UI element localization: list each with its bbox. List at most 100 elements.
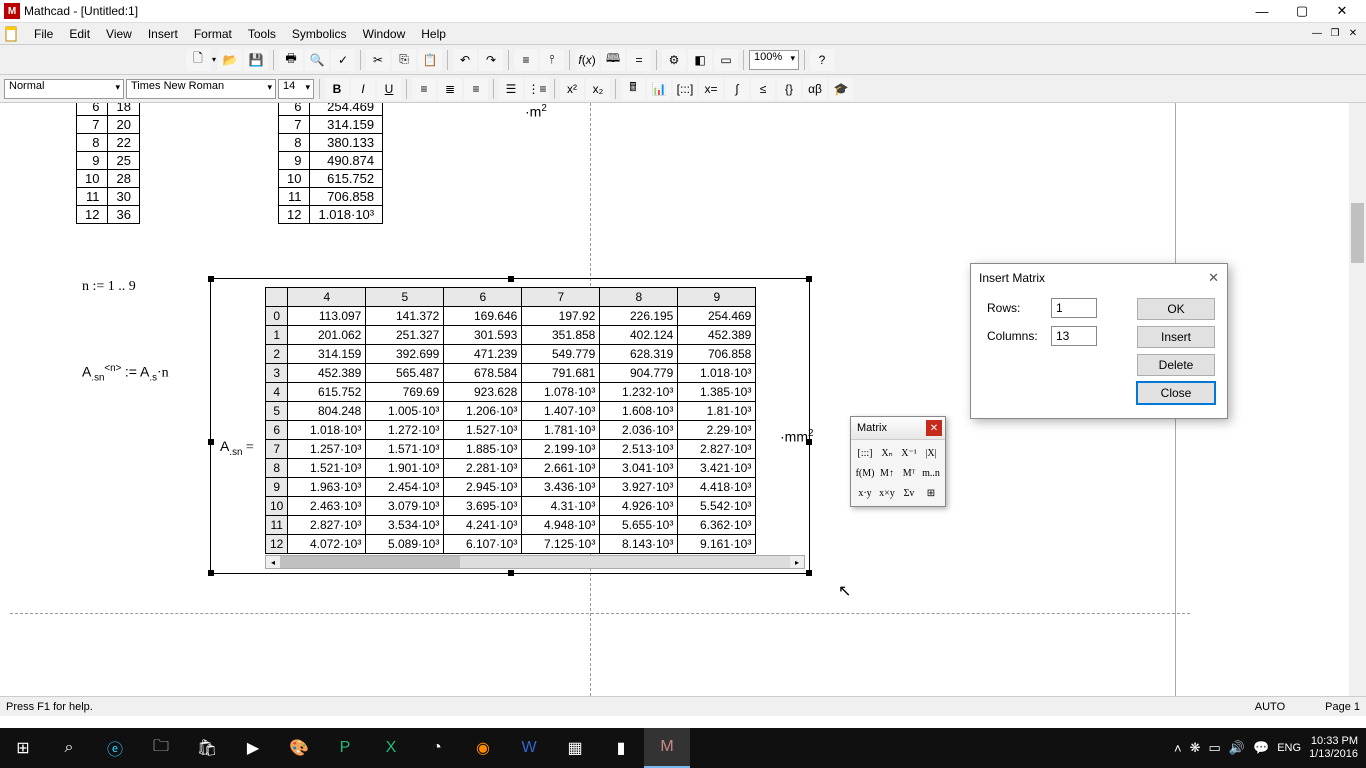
n-definition[interactable]: n := 1 .. 9: [82, 279, 136, 295]
tray-chevron-icon[interactable]: ˄: [1174, 741, 1182, 756]
matrix-table[interactable]: 456789 0113.097141.372169.646197.92226.1…: [265, 287, 756, 554]
system-tray[interactable]: ˄ ❋ ▭ 🔊 💬 ENG 10:33 PM 1/13/2016: [1174, 735, 1366, 761]
evaluate-palette-icon[interactable]: x=: [699, 78, 723, 100]
pal-range-icon[interactable]: m..n: [921, 464, 941, 482]
columns-input[interactable]: [1051, 326, 1097, 346]
numbers-button[interactable]: ⋮≡: [525, 78, 549, 100]
style-select[interactable]: Normal: [4, 79, 124, 99]
spell-button[interactable]: ✓: [331, 49, 355, 71]
component-button[interactable]: ⚙: [662, 49, 686, 71]
vertical-scrollbar[interactable]: [1349, 103, 1366, 696]
paste-button[interactable]: 📋: [418, 49, 442, 71]
menu-symbolics[interactable]: Symbolics: [284, 25, 355, 43]
pal-column-icon[interactable]: M↑: [877, 464, 897, 482]
app3-icon[interactable]: ▮: [598, 728, 644, 768]
word-icon[interactable]: W: [506, 728, 552, 768]
delete-button[interactable]: Delete: [1137, 354, 1215, 376]
tray-notify-icon[interactable]: 💬: [1253, 740, 1269, 756]
tray-volume-icon[interactable]: 🔊: [1229, 740, 1245, 756]
table-mid[interactable]: 6254.469 7314.159 8380.133 9490.874 1061…: [278, 103, 383, 224]
start-button[interactable]: ⊞: [0, 728, 46, 768]
insert-matrix-dialog[interactable]: Insert Matrix ✕ Rows: Columns: OK Insert…: [970, 263, 1228, 419]
right-align-button[interactable]: ≡: [464, 78, 488, 100]
excel-icon[interactable]: X: [368, 728, 414, 768]
superscript-button[interactable]: x²: [560, 78, 584, 100]
underline-button[interactable]: U: [377, 78, 401, 100]
menu-tools[interactable]: Tools: [240, 25, 284, 43]
minimize-button[interactable]: —: [1242, 1, 1282, 21]
region-button[interactable]: ◧: [688, 49, 712, 71]
align2-button[interactable]: ⫯: [540, 49, 564, 71]
close-dialog-button[interactable]: Close: [1137, 382, 1215, 404]
left-align-button[interactable]: ≡: [412, 78, 436, 100]
pal-inverse-icon[interactable]: X⁻¹: [899, 444, 919, 462]
maximize-button[interactable]: ▢: [1282, 1, 1322, 21]
pal-cross-icon[interactable]: x×y: [877, 484, 897, 502]
zoom-select[interactable]: 100%: [749, 50, 799, 70]
matrix-palette[interactable]: Matrix ✕ [:::] Xₙ X⁻¹ |X| f(M) M↑ Mᵀ m..…: [850, 416, 946, 507]
region2-button[interactable]: ▭: [714, 49, 738, 71]
pal-vectorize-icon[interactable]: f(M): [855, 464, 875, 482]
matrix-hscroll[interactable]: ◂ ▸: [265, 555, 805, 569]
rows-input[interactable]: [1051, 298, 1097, 318]
pal-determinant-icon[interactable]: |X|: [921, 444, 941, 462]
pal-picture-icon[interactable]: ⊞: [921, 484, 941, 502]
print-button[interactable]: 🖶: [279, 49, 303, 71]
ok-button[interactable]: OK: [1137, 298, 1215, 320]
mdi-close-button[interactable]: ✕: [1344, 26, 1362, 42]
font-select[interactable]: Times New Roman: [126, 79, 276, 99]
preview-button[interactable]: 🔍: [305, 49, 329, 71]
center-align-button[interactable]: ≣: [438, 78, 462, 100]
cut-button[interactable]: ✂: [366, 49, 390, 71]
size-select[interactable]: 14: [278, 79, 314, 99]
paint-icon[interactable]: 🎨: [276, 728, 322, 768]
bullets-button[interactable]: ☰: [499, 78, 523, 100]
bold-button[interactable]: B: [325, 78, 349, 100]
pal-sum-icon[interactable]: Σv: [899, 484, 919, 502]
table-left[interactable]: 618 720 822 925 1028 1130 1236: [76, 103, 140, 224]
copy-button[interactable]: ⎘: [392, 49, 416, 71]
tray-lang[interactable]: ENG: [1277, 742, 1301, 754]
open-button[interactable]: 📂: [218, 49, 242, 71]
menu-insert[interactable]: Insert: [140, 25, 186, 43]
app2-icon[interactable]: ▦: [552, 728, 598, 768]
tray-app-icon[interactable]: ❋: [1190, 740, 1201, 756]
pal-dot-icon[interactable]: x·y: [855, 484, 875, 502]
scroll-left-icon[interactable]: ◂: [266, 556, 280, 568]
italic-button[interactable]: I: [351, 78, 375, 100]
explorer-icon[interactable]: 🗀: [138, 728, 184, 768]
menu-file[interactable]: File: [26, 25, 61, 43]
calc-button[interactable]: =: [627, 49, 651, 71]
align-button[interactable]: ≡: [514, 49, 538, 71]
menu-edit[interactable]: Edit: [61, 25, 98, 43]
save-button[interactable]: 💾: [244, 49, 268, 71]
search-icon[interactable]: ⌕: [46, 728, 92, 768]
menu-help[interactable]: Help: [413, 25, 454, 43]
subscript-button[interactable]: x₂: [586, 78, 610, 100]
mdi-minimize-button[interactable]: —: [1308, 26, 1326, 42]
mdi-restore-button[interactable]: ❐: [1326, 26, 1344, 42]
pal-matrix-icon[interactable]: [:::]: [855, 444, 875, 462]
app1-icon[interactable]: ◔: [414, 728, 460, 768]
new-button[interactable]: 🗋: [186, 49, 210, 71]
help-button[interactable]: ?: [810, 49, 834, 71]
function-button[interactable]: f(x): [575, 49, 599, 71]
matrix-palette-icon[interactable]: [:::]: [673, 78, 697, 100]
tray-battery-icon[interactable]: ▭: [1209, 740, 1221, 756]
undo-button[interactable]: ↶: [453, 49, 477, 71]
programming-palette-icon[interactable]: {}: [777, 78, 801, 100]
pal-transpose-icon[interactable]: Mᵀ: [899, 464, 919, 482]
matrix-result-region[interactable]: 456789 0113.097141.372169.646197.92226.1…: [210, 278, 810, 574]
store-icon[interactable]: 🛍: [184, 728, 230, 768]
close-button[interactable]: ✕: [1322, 1, 1362, 21]
graph-palette-icon[interactable]: 📊: [647, 78, 671, 100]
palette-close-button[interactable]: ✕: [926, 420, 942, 436]
redo-button[interactable]: ↷: [479, 49, 503, 71]
insert-button[interactable]: Insert: [1137, 326, 1215, 348]
dialog-close-button[interactable]: ✕: [1208, 270, 1219, 286]
firefox-icon[interactable]: ◉: [460, 728, 506, 768]
scroll-thumb[interactable]: [280, 556, 460, 568]
media-icon[interactable]: ▶: [230, 728, 276, 768]
unit-button[interactable]: 🕮: [601, 49, 625, 71]
menu-view[interactable]: View: [98, 25, 140, 43]
